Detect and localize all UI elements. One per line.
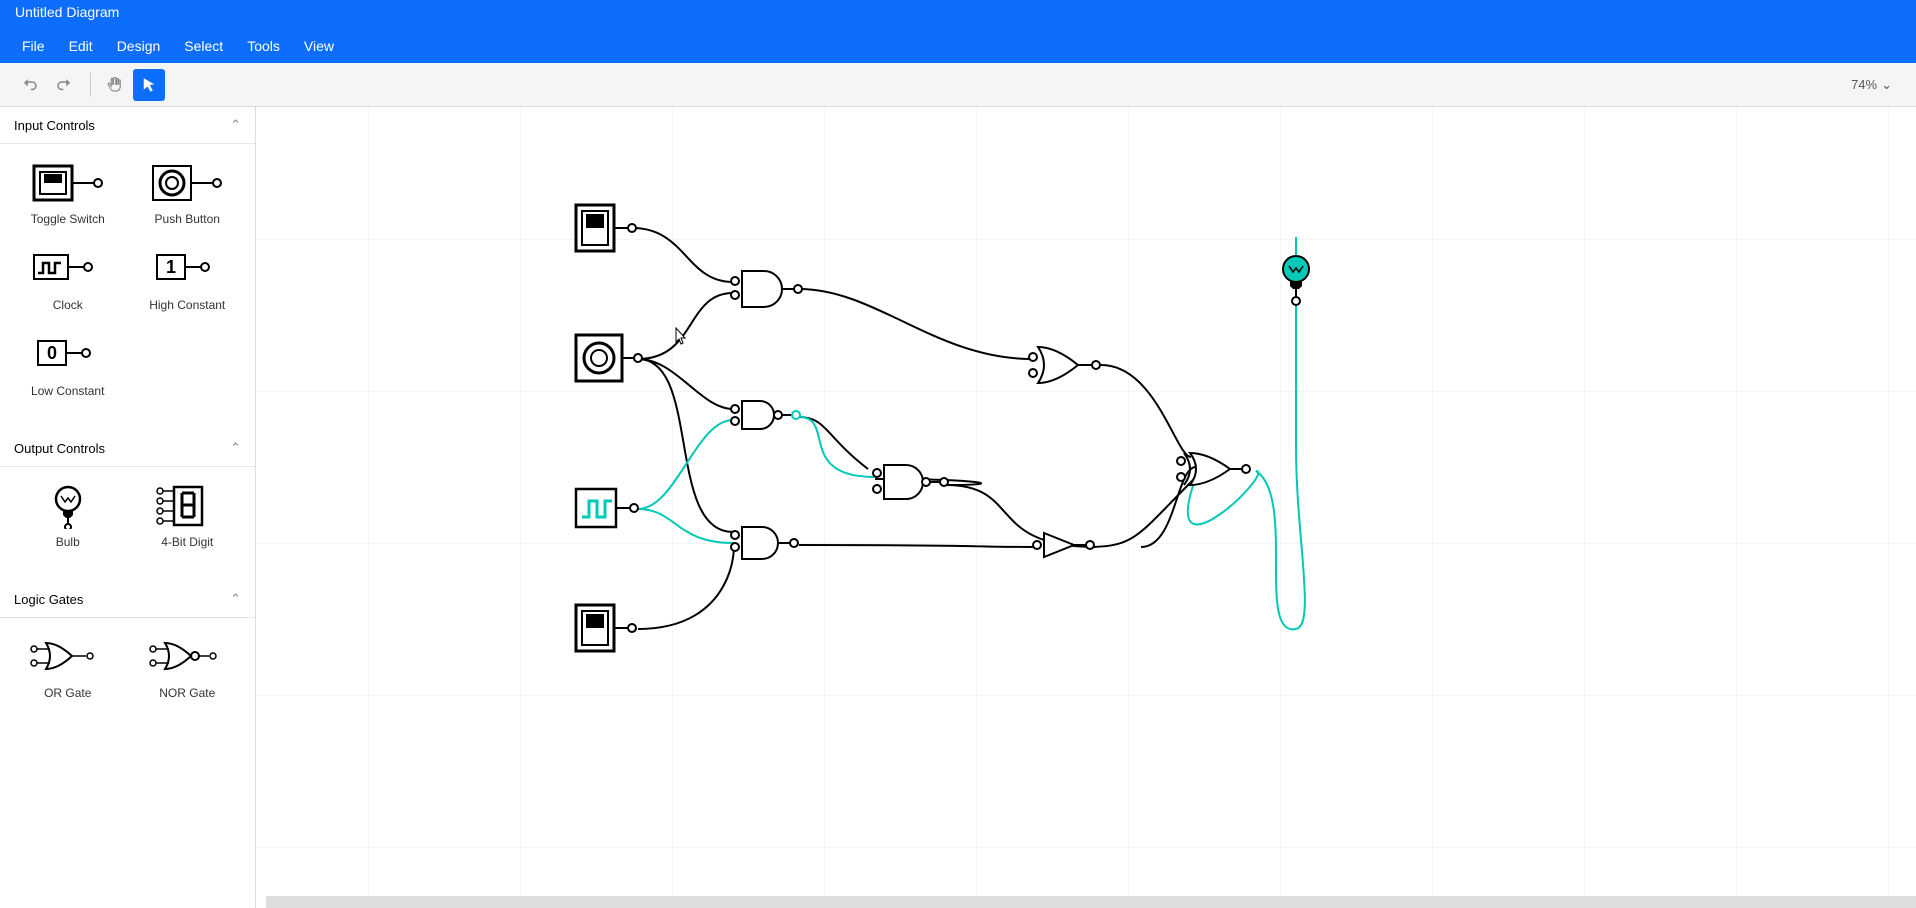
menu-view[interactable]: View [292, 30, 346, 62]
diagram-svg[interactable] [256, 107, 1916, 908]
palette-or-gate[interactable]: OR Gate [8, 632, 128, 700]
push-button-icon [147, 158, 227, 208]
chevron-down-icon: ⌄ [1881, 77, 1892, 93]
palette-label: Toggle Switch [31, 212, 105, 226]
palette-bulb[interactable]: Bulb [8, 481, 128, 549]
section-logic-gates[interactable]: Logic Gates ⌃ [0, 581, 255, 618]
node-nand-gate-1[interactable] [731, 401, 800, 429]
chevron-up-icon: ⌃ [230, 591, 241, 607]
separator [90, 73, 91, 97]
node-clock[interactable] [576, 489, 638, 527]
menu-bar: File Edit Design Select Tools View [0, 28, 1916, 63]
bulb-icon [28, 481, 108, 531]
node-push-button[interactable] [576, 335, 642, 381]
toolbar: 74% ⌄ [0, 63, 1916, 107]
palette-label: OR Gate [44, 686, 91, 700]
low-constant-icon: 0 [28, 330, 108, 380]
node-and-gate-2[interactable] [731, 527, 798, 559]
node-bulb-output[interactable] [1283, 256, 1309, 305]
palette-label: 4-Bit Digit [161, 535, 213, 549]
menu-edit[interactable]: Edit [57, 30, 105, 62]
node-toggle-switch-1[interactable] [576, 205, 636, 251]
node-buffer-gate[interactable] [1033, 533, 1094, 557]
node-xor-gate[interactable] [1177, 453, 1250, 485]
palette-high-constant[interactable]: 1 High Constant [128, 244, 248, 312]
high-constant-icon: 1 [147, 244, 227, 294]
palette-label: High Constant [149, 298, 225, 312]
node-or-gate[interactable] [1029, 347, 1100, 383]
menu-file[interactable]: File [10, 30, 57, 62]
svg-text:0: 0 [47, 343, 57, 363]
menu-tools[interactable]: Tools [235, 30, 292, 62]
select-tool-button[interactable] [133, 69, 165, 101]
redo-button[interactable] [48, 69, 80, 101]
menu-select[interactable]: Select [172, 30, 235, 62]
palette-push-button[interactable]: Push Button [128, 158, 248, 226]
pan-tool-button[interactable] [99, 69, 131, 101]
node-toggle-switch-2[interactable] [576, 605, 636, 651]
palette-label: NOR Gate [159, 686, 215, 700]
zoom-dropdown[interactable]: 74% ⌄ [1851, 77, 1902, 93]
palette-clock[interactable]: Clock [8, 244, 128, 312]
node-and-gate-1[interactable] [731, 271, 802, 307]
svg-text:1: 1 [166, 257, 176, 277]
node-nand-gate-2[interactable] [873, 465, 948, 499]
section-title: Logic Gates [14, 592, 83, 607]
toggle-switch-icon [28, 158, 108, 208]
horizontal-scrollbar[interactable] [266, 896, 1916, 908]
palette-label: Push Button [155, 212, 220, 226]
palette-toggle-switch[interactable]: Toggle Switch [8, 158, 128, 226]
component-palette-sidebar[interactable]: Input Controls ⌃ Toggle Switch Push Butt… [0, 107, 256, 908]
canvas-area[interactable] [256, 107, 1916, 908]
palette-label: Low Constant [31, 384, 104, 398]
four-bit-digit-icon [147, 481, 227, 531]
clock-icon [28, 244, 108, 294]
zoom-value: 74% [1851, 77, 1877, 92]
document-title: Untitled Diagram [15, 4, 119, 20]
chevron-up-icon: ⌃ [230, 440, 241, 456]
title-bar: Untitled Diagram [0, 0, 1916, 28]
palette-low-constant[interactable]: 0 Low Constant [8, 330, 128, 398]
section-input-controls[interactable]: Input Controls ⌃ [0, 107, 255, 144]
menu-design[interactable]: Design [105, 30, 173, 62]
undo-button[interactable] [14, 69, 46, 101]
palette-nor-gate[interactable]: NOR Gate [128, 632, 248, 700]
nor-gate-icon [147, 632, 227, 682]
section-output-controls[interactable]: Output Controls ⌃ [0, 430, 255, 467]
section-title: Input Controls [14, 118, 95, 133]
palette-label: Bulb [56, 535, 80, 549]
or-gate-icon [28, 632, 108, 682]
palette-four-bit-digit[interactable]: 4-Bit Digit [128, 481, 248, 549]
palette-label: Clock [53, 298, 83, 312]
chevron-up-icon: ⌃ [230, 117, 241, 133]
section-title: Output Controls [14, 441, 105, 456]
